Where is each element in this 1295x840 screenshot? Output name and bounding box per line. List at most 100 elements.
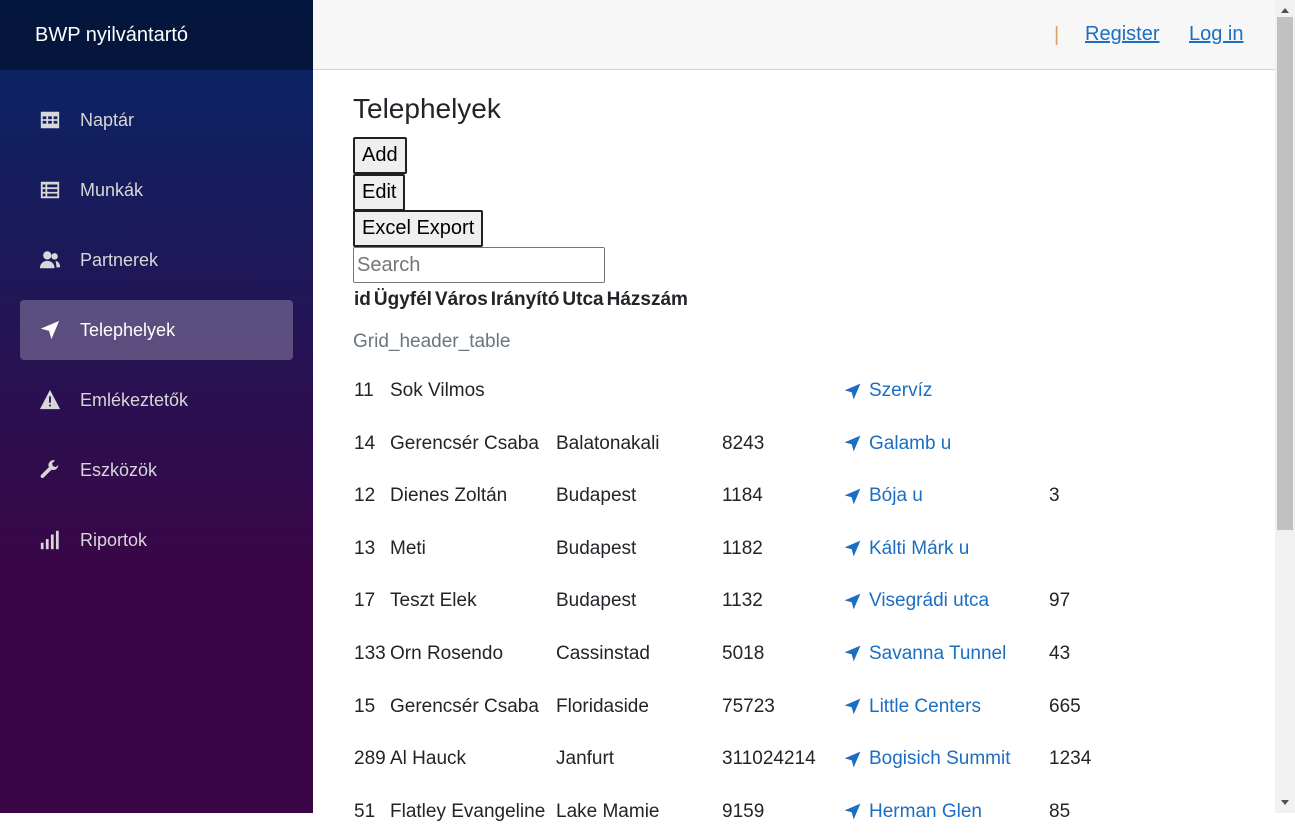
cell-client: Dienes Zoltán bbox=[390, 485, 508, 507]
cell-zip: 8243 bbox=[722, 432, 765, 454]
header-id[interactable]: id bbox=[354, 289, 371, 310]
location-arrow-icon bbox=[844, 803, 861, 820]
sidebar-item-label: Partnerek bbox=[80, 249, 159, 270]
street-link[interactable]: Szervíz bbox=[843, 380, 932, 402]
cell-zip: 75723 bbox=[722, 695, 775, 717]
cell-id: 12 bbox=[354, 485, 376, 507]
cell-zip: 1182 bbox=[722, 537, 763, 559]
street-label: Bogisich Summit bbox=[869, 748, 1011, 770]
people-icon bbox=[38, 248, 62, 272]
page-title: Telephelyek bbox=[353, 93, 501, 124]
street-label: Szervíz bbox=[869, 380, 933, 401]
street-label: Visegrádi utca bbox=[869, 590, 990, 612]
sidebar-item-label: Emlékeztetők bbox=[80, 389, 189, 410]
sidebar-item-telephelyek[interactable]: Telephelyek bbox=[20, 300, 293, 360]
cell-zip: 9159 bbox=[722, 800, 765, 822]
header-varos[interactable]: Város bbox=[435, 289, 488, 310]
sidebar-item-label: Eszközök bbox=[80, 459, 158, 480]
street-link[interactable]: Herman Glen bbox=[843, 801, 982, 823]
location-arrow-icon bbox=[844, 751, 861, 768]
cell-city: Budapest bbox=[556, 537, 637, 559]
scroll-down-arrow-icon[interactable] bbox=[1281, 800, 1289, 805]
street-link[interactable]: Visegrádi utca bbox=[843, 590, 989, 612]
excel-export-button[interactable]: Excel Export bbox=[353, 210, 484, 247]
header-iranyito[interactable]: Irányító bbox=[491, 289, 560, 310]
street-link[interactable]: Kálti Márk u bbox=[843, 538, 969, 560]
cell-id: 14 bbox=[354, 432, 376, 454]
cell-city: Floridaside bbox=[556, 695, 649, 717]
street-label: Bója u bbox=[869, 485, 923, 507]
sidebar-item-label: Telephelyek bbox=[80, 319, 176, 340]
cell-city: Budapest bbox=[556, 485, 637, 507]
location-arrow-icon bbox=[844, 593, 861, 610]
street-label: Little Centers bbox=[869, 695, 981, 717]
street-label: Herman Glen bbox=[869, 800, 982, 822]
cell-house: 43 bbox=[1049, 642, 1071, 664]
cell-zip: 1184 bbox=[722, 485, 763, 507]
scroll-thumb[interactable] bbox=[1277, 17, 1293, 530]
bar-chart-icon bbox=[38, 528, 62, 552]
vertical-scrollbar[interactable] bbox=[1275, 0, 1295, 813]
street-link[interactable]: Bója u bbox=[843, 485, 923, 507]
location-arrow-icon bbox=[844, 698, 861, 715]
cell-client: Teszt Elek bbox=[390, 590, 477, 612]
cell-id: 15 bbox=[354, 695, 376, 717]
cell-id: 13 bbox=[354, 537, 376, 559]
list-icon bbox=[38, 178, 62, 202]
cell-city: Janfurt bbox=[556, 748, 615, 770]
header-hazszam[interactable]: Házszám bbox=[607, 289, 688, 310]
edit-button[interactable]: Edit bbox=[353, 174, 406, 211]
street-label: Kálti Márk u bbox=[869, 537, 970, 559]
brand-title[interactable]: BWP nyilvántartó bbox=[0, 0, 313, 70]
sidebar-item-eszkozok[interactable]: Eszközök bbox=[20, 440, 293, 500]
cell-id: 289 bbox=[354, 748, 386, 770]
cell-zip: 5018 bbox=[722, 642, 765, 664]
cell-city: Cassinstad bbox=[556, 642, 650, 664]
cell-client: Flatley Evangeline bbox=[390, 800, 546, 822]
scroll-up-arrow-icon[interactable] bbox=[1281, 8, 1289, 13]
header-utca[interactable]: Utca bbox=[562, 289, 603, 310]
sidebar-item-naptar[interactable]: Naptár bbox=[20, 90, 293, 150]
wrench-icon bbox=[38, 458, 62, 482]
grid-headers: id Ügyfél Város Irányító Utca Házszám bbox=[354, 289, 691, 311]
cell-house: 85 bbox=[1049, 800, 1071, 822]
location-arrow-icon bbox=[844, 383, 861, 399]
street-link[interactable]: Savanna Tunnel bbox=[843, 643, 1006, 665]
login-link[interactable]: Log in bbox=[1189, 23, 1244, 46]
location-arrow-icon bbox=[844, 540, 861, 557]
cell-house: 665 bbox=[1049, 695, 1081, 717]
top-bar: | Register Log in bbox=[313, 0, 1275, 70]
sidebar-item-emlekeztetok[interactable]: Emlékeztetők bbox=[20, 370, 293, 430]
cell-id: 11 bbox=[354, 380, 374, 401]
cell-client: Al Hauck bbox=[390, 748, 467, 770]
warning-icon bbox=[38, 388, 62, 412]
street-link[interactable]: Bogisich Summit bbox=[843, 748, 1011, 770]
grid-caption: Grid_header_table bbox=[353, 331, 511, 352]
cell-id: 51 bbox=[354, 800, 376, 822]
street-link[interactable]: Galamb u bbox=[843, 433, 951, 455]
cell-client: Gerencsér Csaba bbox=[390, 695, 539, 717]
register-link[interactable]: Register bbox=[1085, 23, 1159, 46]
sidebar-item-label: Riportok bbox=[80, 529, 148, 550]
cell-zip: 1132 bbox=[722, 590, 763, 612]
street-link[interactable]: Little Centers bbox=[843, 696, 981, 718]
sidebar-item-munkak[interactable]: Munkák bbox=[20, 160, 293, 220]
sidebar: BWP nyilvántartó Naptár Munkák Partnerek… bbox=[0, 0, 313, 813]
search-input[interactable] bbox=[353, 247, 605, 283]
cell-client: Meti bbox=[390, 537, 426, 559]
nav-menu: Naptár Munkák Partnerek Telephelyek Emlé… bbox=[0, 70, 313, 570]
sidebar-item-riportok[interactable]: Riportok bbox=[20, 510, 293, 570]
sidebar-item-label: Naptár bbox=[80, 109, 135, 130]
cell-zip: 311024214 bbox=[722, 748, 816, 770]
calendar-icon bbox=[38, 108, 62, 132]
location-arrow-icon bbox=[844, 435, 861, 452]
sidebar-item-partnerek[interactable]: Partnerek bbox=[20, 230, 293, 290]
cell-id: 17 bbox=[354, 590, 376, 612]
location-arrow-icon bbox=[844, 646, 861, 662]
cell-city: Budapest bbox=[556, 590, 637, 612]
header-ugyfel[interactable]: Ügyfél bbox=[374, 289, 432, 310]
add-button[interactable]: Add bbox=[353, 137, 407, 174]
cell-house: 3 bbox=[1049, 485, 1060, 507]
cell-client: Gerencsér Csaba bbox=[390, 432, 539, 454]
cell-client: Orn Rosendo bbox=[390, 642, 504, 664]
